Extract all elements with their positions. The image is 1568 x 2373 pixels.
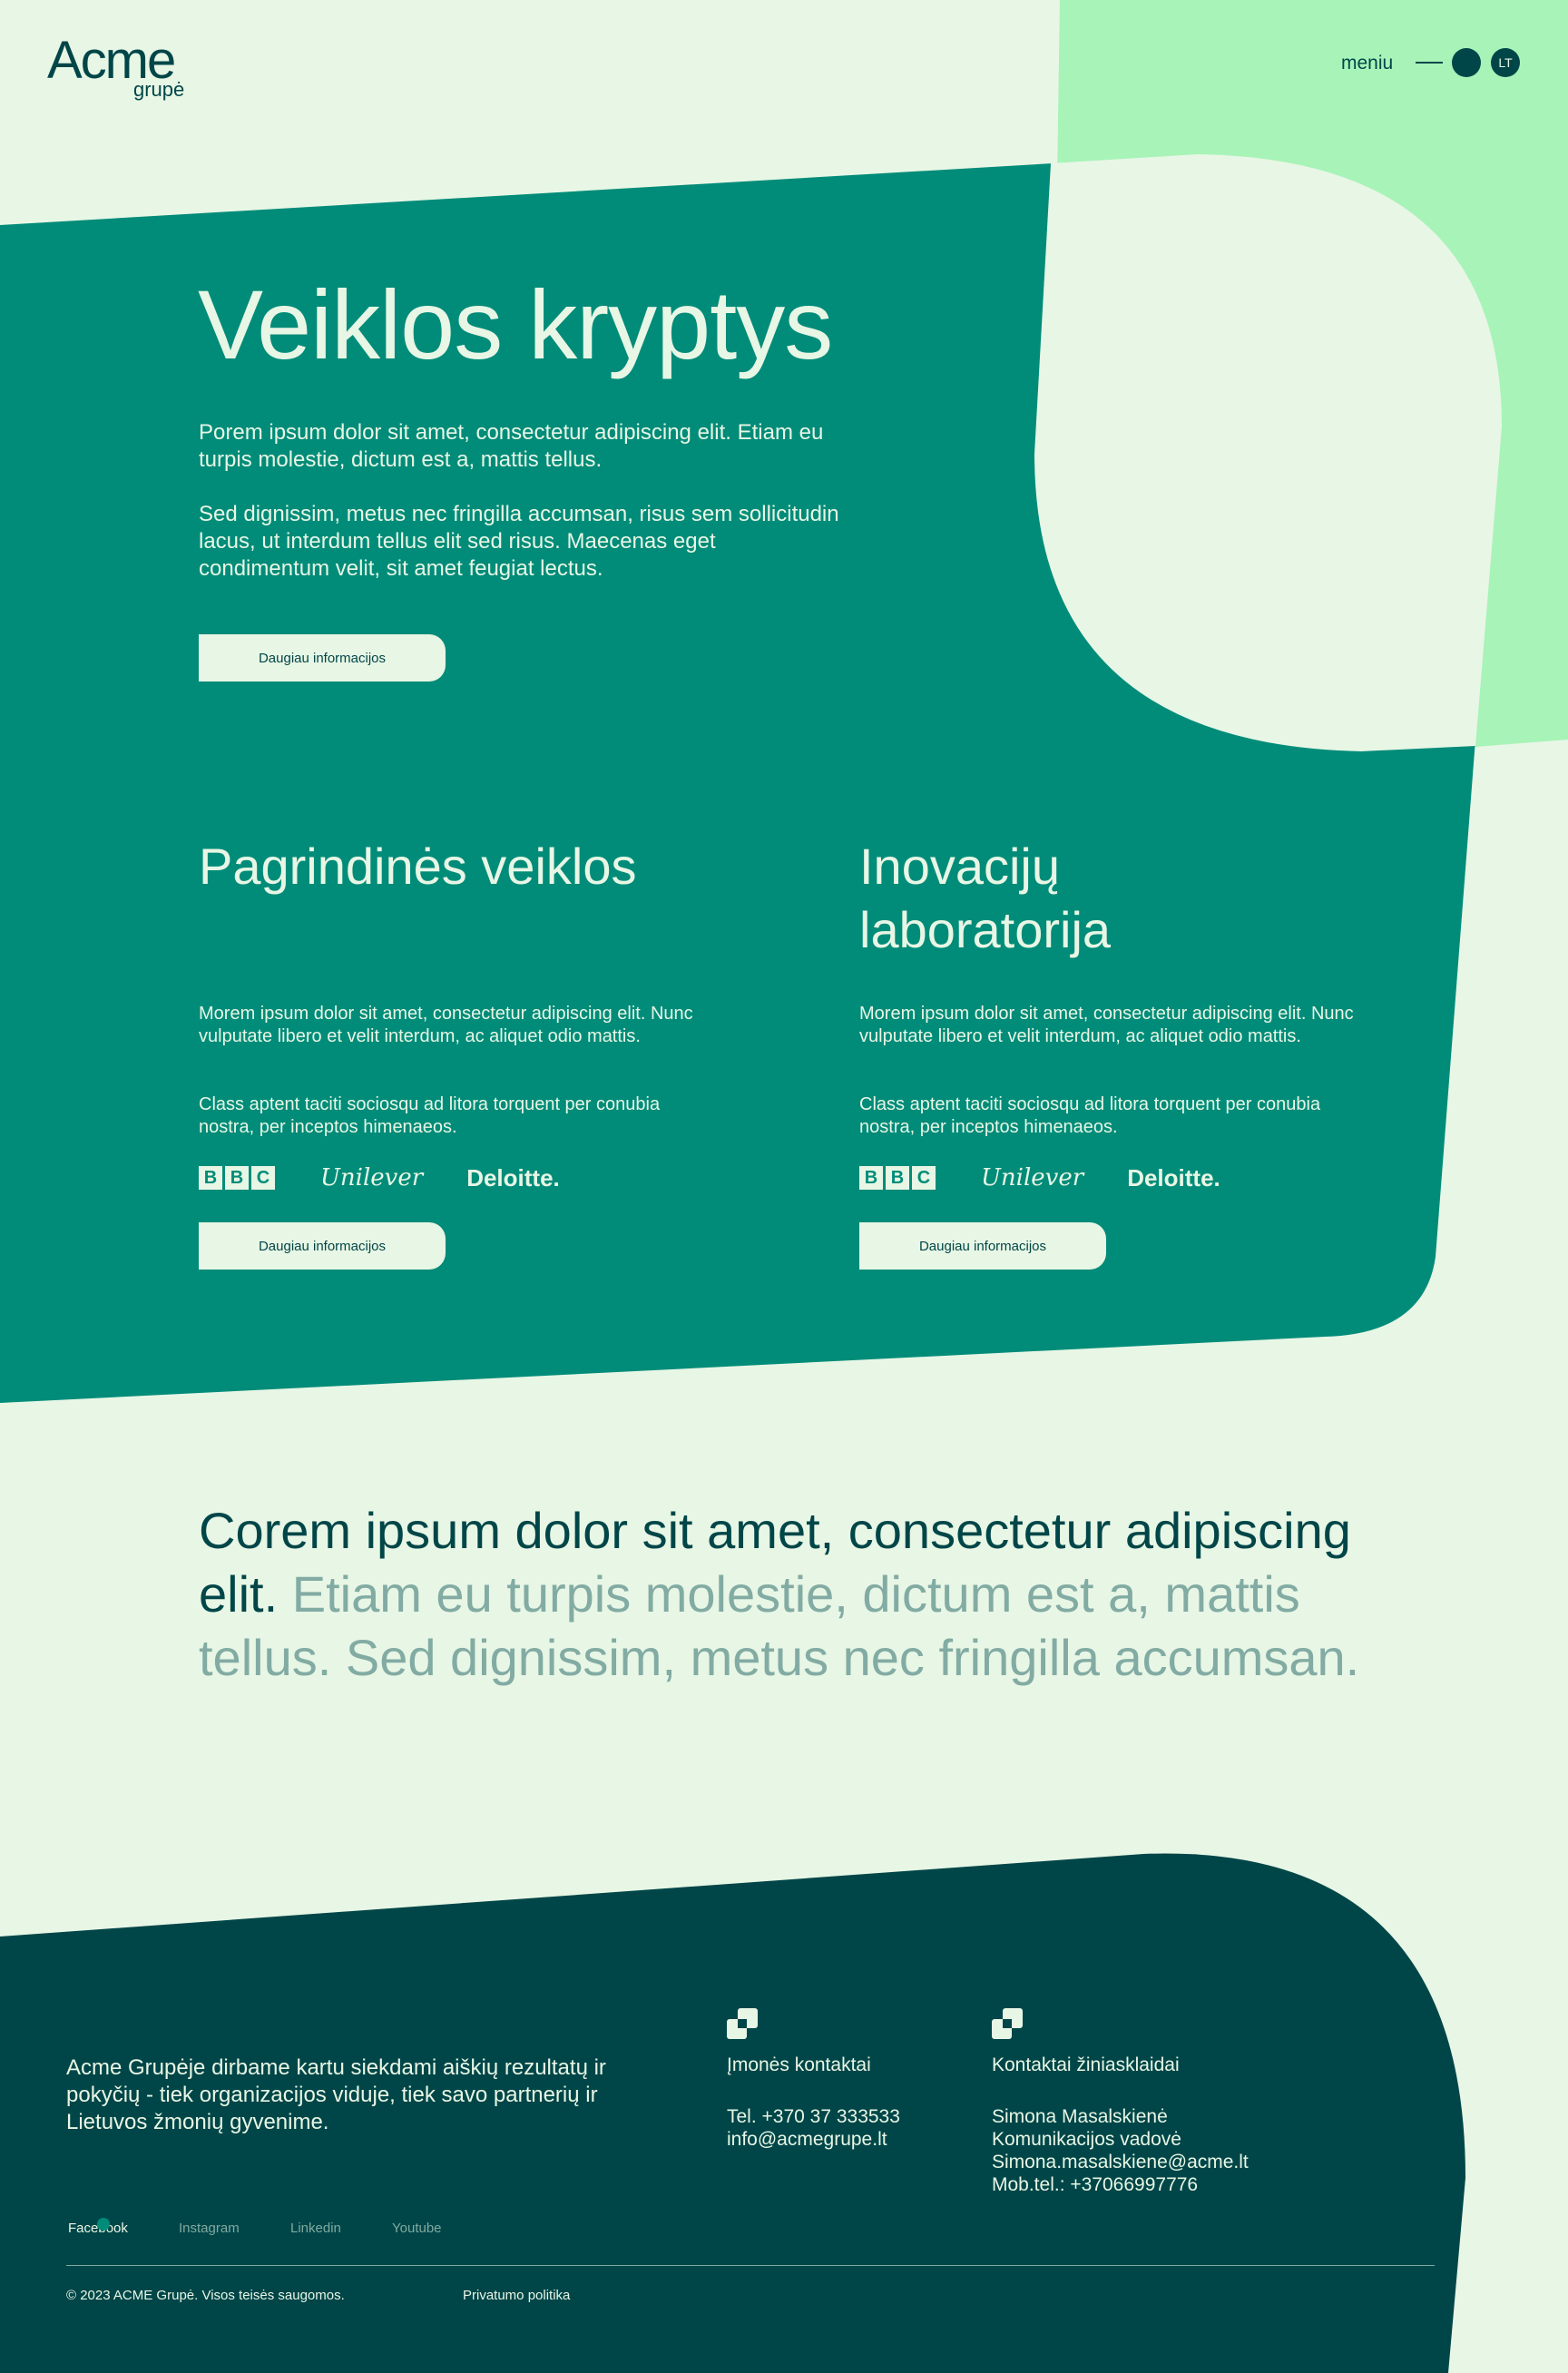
column-1-paragraph-1: Morem ipsum dolor sit amet, consectetur …: [199, 1004, 693, 1046]
social-link-linkedin[interactable]: Linkedin: [290, 2220, 341, 2238]
menu-line-icon: [1416, 62, 1443, 64]
media-contact-block-icon: [992, 2008, 1023, 2039]
hero-paragraph-2: Sed dignissim, metus nec fringilla accum…: [199, 502, 839, 581]
cursor-indicator: [97, 2218, 110, 2231]
column-1-paragraph-2: Class aptent taciti sociosqu ad litora t…: [199, 1094, 661, 1137]
company-email[interactable]: info@acmegrupe.lt: [727, 2128, 887, 2151]
light-disc-shape: [1034, 154, 1502, 751]
bbc-logo: B B C: [199, 1166, 275, 1190]
footer-divider: [66, 2265, 1435, 2266]
main-activities-more-info-button[interactable]: Daugiau informacijos: [199, 1222, 446, 1270]
company-phone[interactable]: Tel. +370 37 333533: [727, 2105, 900, 2128]
column-2-paragraph-2: Class aptent taciti sociosqu ad litora t…: [859, 1094, 1321, 1137]
company-contacts-heading: Įmonės kontaktai: [727, 2054, 871, 2075]
statement-text: Corem ipsum dolor sit amet, consectetur …: [199, 1499, 1369, 1690]
innovation-lab-more-info-button[interactable]: Daugiau informacijos: [859, 1222, 1106, 1270]
media-contacts-heading: Kontaktai žiniasklaidai: [992, 2054, 1180, 2075]
unilever-logo: Unilever: [320, 1164, 424, 1191]
unilever-logo: Unilever: [981, 1164, 1084, 1191]
contact-block-icon: [727, 2008, 758, 2039]
page-title: Veiklos kryptys: [198, 270, 833, 379]
media-contact-role: Komunikacijos vadovė: [992, 2129, 1181, 2150]
logo-subtitle: grupė: [133, 78, 185, 101]
column-title-innovation-lab: Inovacijų laboratorija: [859, 838, 1112, 958]
column-2-paragraph-1: Morem ipsum dolor sit amet, consectetur …: [859, 1004, 1354, 1046]
hero-more-info-button[interactable]: Daugiau informacijos: [199, 634, 446, 682]
menu-toggle-icon[interactable]: [1452, 48, 1481, 77]
acme-logo[interactable]: Acme grupė: [47, 33, 192, 105]
copyright-text: © 2023 ACME Grupė. Visos teisės saugomos…: [66, 2288, 345, 2303]
language-switcher[interactable]: LT: [1491, 48, 1520, 77]
footer-about-text: Acme Grupėje dirbame kartu siekdami aišk…: [66, 2055, 606, 2134]
bbc-logo: B B C: [859, 1166, 936, 1190]
client-logos-1: B B C Unilever Deloitte.: [199, 1164, 560, 1191]
menu-label[interactable]: meniu: [1341, 52, 1393, 75]
privacy-policy-link[interactable]: Privatumo politika: [463, 2287, 570, 2305]
media-contact-mobile[interactable]: Mob.tel.: +37066997776: [992, 2173, 1198, 2196]
social-link-youtube[interactable]: Youtube: [392, 2220, 442, 2238]
deloitte-logo: Deloitte.: [1127, 1163, 1220, 1191]
media-contact-email[interactable]: Simona.masalskiene@acme.lt: [992, 2151, 1249, 2173]
hero-paragraph-1: Porem ipsum dolor sit amet, consectetur …: [199, 420, 824, 472]
deloitte-logo: Deloitte.: [466, 1163, 560, 1191]
media-contact-name: Simona Masalskienė: [992, 2106, 1168, 2127]
social-link-instagram[interactable]: Instagram: [179, 2220, 240, 2238]
statement-muted: Etiam eu turpis molestie, dictum est a, …: [199, 1565, 1360, 1686]
client-logos-2: B B C Unilever Deloitte.: [859, 1164, 1220, 1191]
column-title-main-activities: Pagrindinės veiklos: [199, 838, 637, 895]
